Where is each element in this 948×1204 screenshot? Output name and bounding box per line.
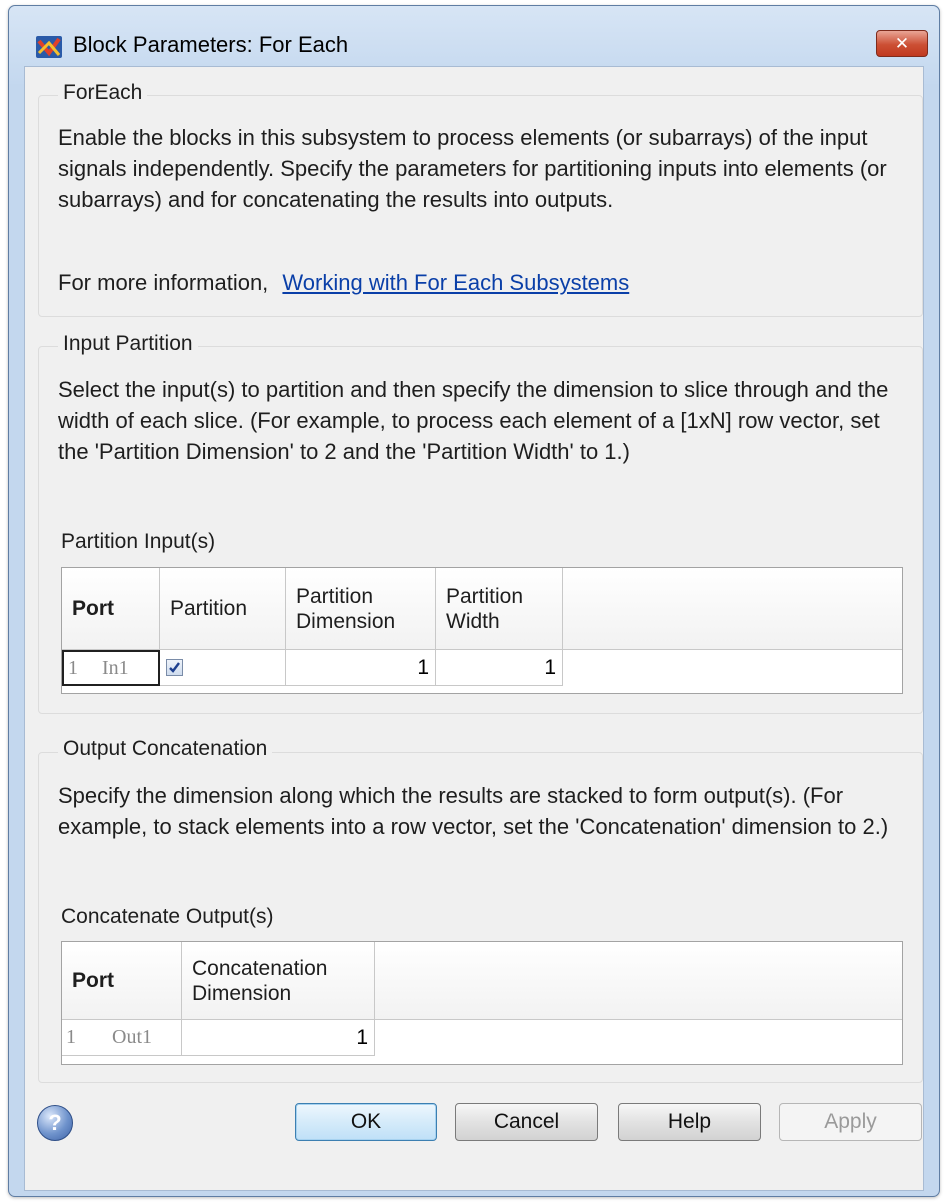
partition-checkbox[interactable] [166, 659, 183, 676]
partition-inputs-label: Partition Input(s) [61, 530, 216, 553]
output-concatenation-title: Output Concatenation [58, 737, 273, 761]
close-icon: ✕ [894, 33, 910, 54]
column-header-concatenation-dimension[interactable]: Concatenation Dimension [182, 942, 375, 1020]
foreach-description: Enable the blocks in this subsystem to p… [58, 125, 887, 212]
partition-width-field[interactable]: 1 [436, 650, 563, 686]
more-info-line: For more information, Working with For E… [58, 267, 908, 298]
cancel-button[interactable]: Cancel [455, 1103, 598, 1141]
column-header-port[interactable]: Port [62, 568, 160, 650]
table-row-port-cell[interactable]: 1 Out1 [62, 1020, 182, 1056]
output-concatenation-description: Specify the dimension along which the re… [58, 783, 889, 839]
column-header-partition-dimension[interactable]: Partition Dimension [286, 568, 436, 650]
input-partition-title: Input Partition [58, 332, 198, 356]
row-port-name: In1 [102, 656, 129, 679]
table-row-partition-cell[interactable] [160, 650, 286, 686]
help-icon[interactable]: ? [37, 1105, 73, 1141]
partition-inputs-table[interactable]: Port Partition Partition Dimension Parti… [61, 567, 903, 694]
row-index: 1 [68, 656, 78, 679]
simulink-app-icon [35, 33, 65, 61]
partition-dimension-field[interactable]: 1 [286, 650, 436, 686]
column-header-partition[interactable]: Partition [160, 568, 286, 650]
close-button[interactable]: ✕ [876, 30, 928, 57]
concatenation-dimension-field[interactable]: 1 [182, 1020, 375, 1056]
window-title: Block Parameters: For Each [73, 32, 349, 57]
column-header-filler [563, 568, 902, 650]
more-info-prefix: For more information, [58, 270, 269, 295]
row-index: 1 [66, 1026, 76, 1048]
column-header-partition-width[interactable]: Partition Width [436, 568, 563, 650]
concatenate-outputs-table[interactable]: Port Concatenation Dimension 1 Out1 1 [61, 941, 903, 1065]
dialog-content: ForEach Enable the blocks in this subsys… [24, 66, 924, 1191]
checkmark-icon [169, 662, 180, 673]
help-button[interactable]: Help [618, 1103, 761, 1141]
column-header-port[interactable]: Port [62, 942, 182, 1020]
column-header-filler [375, 942, 902, 1020]
ok-button[interactable]: OK [295, 1103, 437, 1141]
dialog-window: Block Parameters: For Each ✕ ForEach Ena… [8, 5, 940, 1197]
for-each-subsystems-link[interactable]: Working with For Each Subsystems [282, 270, 629, 295]
foreach-title: ForEach [58, 81, 148, 105]
concatenate-outputs-label: Concatenate Output(s) [61, 905, 274, 928]
table-row-port-cell[interactable]: 1 In1 [62, 650, 160, 686]
row-port-name: Out1 [112, 1026, 152, 1048]
apply-button[interactable]: Apply [779, 1103, 922, 1141]
input-partition-description: Select the input(s) to partition and the… [58, 377, 889, 464]
